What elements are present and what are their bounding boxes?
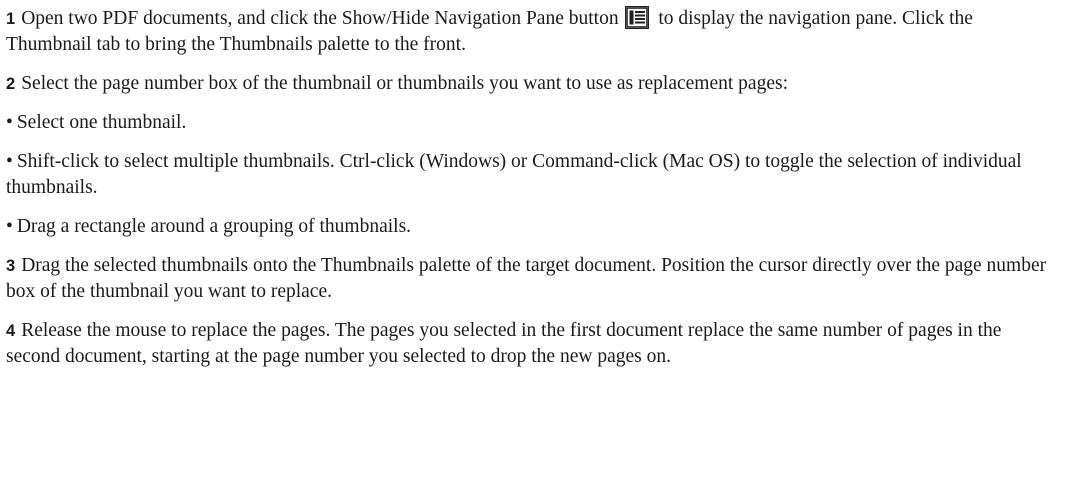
- step-text: Open two PDF documents, and click the Sh…: [21, 8, 619, 29]
- step-4: 4 Release the mouse to replace the pages.…: [6, 318, 1056, 370]
- step-text: Release the mouse to replace the pages. …: [6, 320, 1002, 367]
- bullet-text: Shift-click to select multiple thumbnail…: [6, 151, 1022, 198]
- bullet-mark: •: [6, 112, 13, 133]
- step-number: 4: [6, 322, 16, 340]
- show-hide-navigation-pane-icon: [625, 6, 650, 29]
- bullet-item-1: • Select one thumbnail.: [6, 110, 1056, 136]
- bullet-item-2: • Shift-click to select multiple thumbnai…: [6, 149, 1056, 201]
- bullet-text: Drag a rectangle around a grouping of th…: [16, 216, 412, 237]
- bullet-mark: •: [6, 151, 13, 172]
- step-number: 2: [6, 75, 16, 93]
- step-2: 2 Select the page number box of the thumb…: [6, 71, 1056, 97]
- bullet-item-3: • Drag a rectangle around a grouping of t…: [6, 214, 1056, 240]
- bullet-mark: •: [6, 216, 13, 237]
- step-3: 3 Drag the selected thumbnails onto the T…: [6, 253, 1056, 305]
- bullet-text: Select one thumbnail.: [16, 112, 187, 133]
- step-1: 1 Open two PDF documents, and click the S…: [6, 6, 1056, 58]
- step-number: 1: [6, 10, 16, 28]
- step-number: 3: [6, 257, 16, 275]
- step-text: Drag the selected thumbnails onto the Th…: [6, 255, 1047, 302]
- step-text: Select the page number box of the thumbn…: [21, 73, 788, 94]
- instructions-document: 1 Open two PDF documents, and click the S…: [6, 6, 1056, 383]
